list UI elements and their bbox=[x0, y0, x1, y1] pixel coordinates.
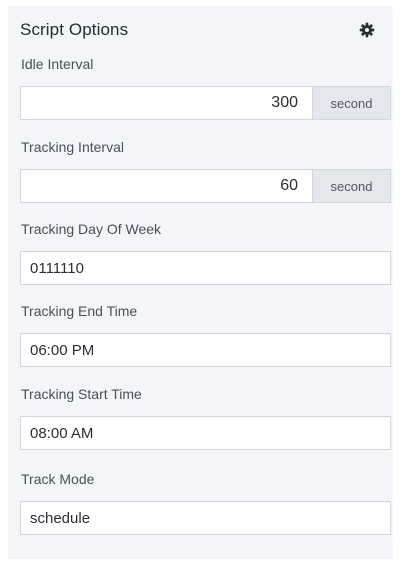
tracking-interval-group: second bbox=[20, 169, 391, 203]
track-mode-label: Track Mode bbox=[21, 471, 95, 487]
tracking-end-time-label: Tracking End Time bbox=[21, 303, 138, 319]
tracking-start-time-label: Tracking Start Time bbox=[21, 386, 142, 402]
idle-interval-unit: second bbox=[312, 87, 390, 119]
idle-interval-label: Idle Interval bbox=[21, 56, 94, 72]
tracking-day-of-week-input[interactable] bbox=[20, 251, 391, 285]
tracking-interval-unit: second bbox=[312, 170, 390, 202]
gear-icon[interactable] bbox=[359, 22, 375, 38]
idle-interval-group: second bbox=[20, 86, 391, 120]
panel-header: Script Options bbox=[20, 20, 381, 44]
tracking-day-of-week-label: Tracking Day Of Week bbox=[21, 221, 162, 237]
script-options-panel: Script Options Idle Interval 300 second … bbox=[8, 6, 393, 559]
tracking-start-time-input[interactable] bbox=[20, 416, 391, 450]
tracking-interval-input[interactable] bbox=[21, 170, 312, 202]
track-mode-input[interactable] bbox=[20, 501, 391, 535]
panel-title: Script Options bbox=[20, 20, 129, 39]
idle-interval-input[interactable] bbox=[21, 87, 312, 119]
tracking-interval-label: Tracking Interval bbox=[21, 139, 124, 155]
tracking-end-time-input[interactable] bbox=[20, 333, 391, 367]
